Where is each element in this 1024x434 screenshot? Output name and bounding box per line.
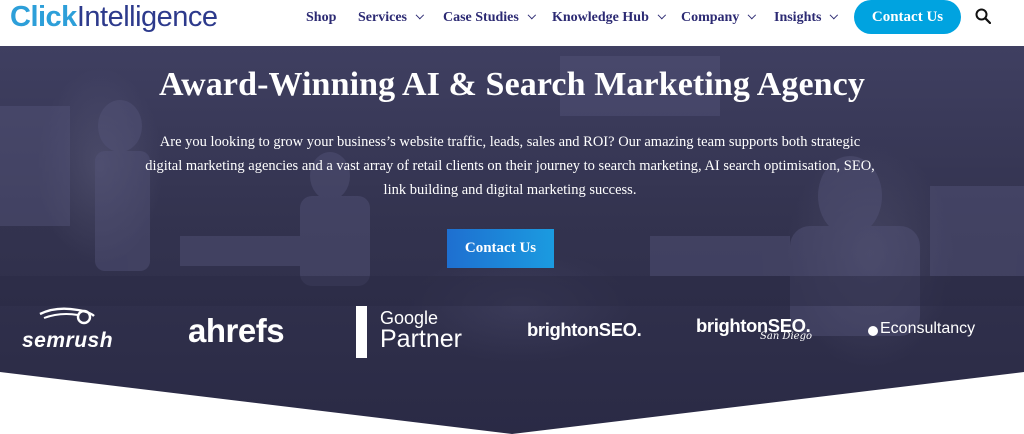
nav-case-studies[interactable]: Case Studies (443, 10, 536, 26)
hero-section: Award-Winning AI & Search Marketing Agen… (0, 46, 1024, 434)
nav-insights-label: Insights (774, 10, 822, 25)
chevron-down-icon (747, 10, 757, 20)
chevron-down-icon (415, 10, 425, 20)
nav-knowledge-hub-label: Knowledge Hub (552, 10, 649, 25)
nav-shop-label: Shop (306, 10, 337, 25)
chevron-down-icon (527, 10, 536, 20)
nav-company[interactable]: Company (681, 10, 757, 26)
header-contact-button[interactable]: Contact Us (854, 0, 961, 34)
nav-case-studies-label: Case Studies (443, 10, 519, 25)
nav-services-label: Services (358, 10, 407, 25)
logo-intelligence: Intelligence (76, 0, 218, 33)
chevron-down-icon (657, 10, 666, 20)
search-icon[interactable] (975, 8, 991, 24)
nav-shop[interactable]: Shop (306, 10, 336, 26)
logo-click: Click (10, 0, 77, 33)
nav-insights[interactable]: Insights (774, 10, 839, 26)
site-header: Click Intelligence Shop Services Case Stu… (0, 0, 1024, 46)
nav-company-label: Company (681, 10, 740, 25)
nav-services[interactable]: Services (358, 10, 425, 26)
hero-bottom-chevron (0, 372, 1024, 434)
click-intelligence-logo[interactable]: Click Intelligence (10, 0, 218, 34)
chevron-down-icon (830, 10, 839, 20)
nav-knowledge-hub[interactable]: Knowledge Hub (552, 10, 666, 26)
